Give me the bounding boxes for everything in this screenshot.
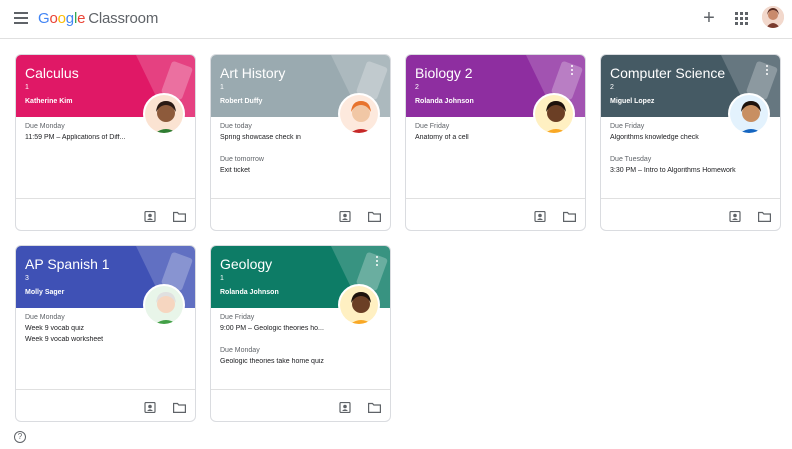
- upcoming-work-group: Due Monday Week 9 vocab quiz Week 9 vocab …: [25, 314, 155, 347]
- menu-icon[interactable]: [14, 12, 28, 24]
- account-avatar[interactable]: [762, 6, 784, 28]
- class-card[interactable]: Computer Science 2 Miguel Lopez Due Friday A…: [600, 54, 781, 231]
- class-title[interactable]: Calculus: [25, 65, 79, 81]
- assignment-link[interactable]: 3:30 PM – Intro to Algorithms Homework: [610, 167, 740, 174]
- folder-icon[interactable]: [368, 209, 381, 222]
- class-card[interactable]: AP Spanish 1 3 Molly Sager Due Monday Week 9…: [15, 245, 196, 422]
- class-card[interactable]: Calculus 1 Katherine Kim Due Monday 11:59 PM…: [15, 54, 196, 231]
- assignment-person-icon[interactable]: [729, 209, 741, 223]
- class-card-footer: [16, 389, 195, 421]
- logo-letter: G: [38, 10, 50, 27]
- top-app-bar: Google Classroom +: [0, 0, 792, 39]
- folder-icon[interactable]: [173, 400, 186, 413]
- class-title[interactable]: Biology 2: [415, 65, 473, 81]
- class-section: 2: [610, 84, 614, 91]
- assignment-link[interactable]: 9:00 PM – Geologic theories ho...: [220, 325, 350, 332]
- upcoming-work-group: Due Monday 11:59 PM – Applications of Dif…: [25, 123, 155, 145]
- assignment-link[interactable]: Week 9 vocab worksheet: [25, 336, 155, 343]
- class-card-footer: [211, 198, 390, 230]
- due-label: Due today: [220, 123, 252, 130]
- class-teacher[interactable]: Katherine Kim: [25, 98, 72, 105]
- due-label: Due Friday: [415, 123, 450, 130]
- upcoming-work-group: Due Monday Geologic theories take home qu…: [220, 347, 350, 369]
- assignment-link[interactable]: Geologic theories take home quiz: [220, 358, 350, 365]
- app-logo[interactable]: Google Classroom: [38, 10, 158, 27]
- folder-icon[interactable]: [368, 400, 381, 413]
- due-label: Due Friday: [610, 123, 645, 130]
- upcoming-work-group: Due Friday 9:00 PM – Geologic theories ho…: [220, 314, 350, 336]
- class-card-footer: [16, 198, 195, 230]
- class-teacher[interactable]: Rolanda Johnson: [220, 289, 279, 296]
- assignment-person-icon[interactable]: [144, 400, 156, 414]
- upcoming-work-group: Due Friday Anatomy of a cell: [415, 123, 545, 145]
- assignment-link[interactable]: Spring showcase check in: [220, 134, 350, 141]
- class-title[interactable]: AP Spanish 1: [25, 256, 110, 272]
- product-name: Classroom: [88, 10, 159, 27]
- plus-icon[interactable]: +: [700, 8, 718, 28]
- apps-grid-icon[interactable]: [735, 12, 749, 26]
- folder-icon[interactable]: [173, 209, 186, 222]
- upcoming-work-group: Due Friday Algorithms knowledge check: [610, 123, 740, 145]
- due-label: Due Tuesday: [610, 156, 652, 163]
- class-section: 1: [220, 275, 224, 282]
- assignment-person-icon[interactable]: [339, 209, 351, 223]
- assignment-person-icon[interactable]: [144, 209, 156, 223]
- class-card[interactable]: Geology 1 Rolanda Johnson Due Friday 9:00 PM…: [210, 245, 391, 422]
- class-teacher[interactable]: Miguel Lopez: [610, 98, 654, 105]
- upcoming-work-group: Due today Spring showcase check in: [220, 123, 350, 145]
- upcoming-work-group: Due Tuesday 3:30 PM – Intro to Algorithms…: [610, 156, 740, 178]
- folder-icon[interactable]: [758, 209, 771, 222]
- due-label: Due tomorrow: [220, 156, 264, 163]
- class-card-footer: [211, 389, 390, 421]
- class-title[interactable]: Art History: [220, 65, 285, 81]
- due-label: Due Monday: [25, 123, 65, 130]
- help-circle-icon[interactable]: ?: [14, 431, 26, 443]
- class-card-footer: [406, 198, 585, 230]
- class-teacher[interactable]: Molly Sager: [25, 289, 64, 296]
- class-card[interactable]: Art History 1 Robert Duffy Due today Spring …: [210, 54, 391, 231]
- assignment-person-icon[interactable]: [339, 400, 351, 414]
- class-section: 2: [415, 84, 419, 91]
- logo-letter: g: [65, 10, 74, 27]
- class-section: 3: [25, 275, 29, 282]
- assignment-link[interactable]: Algorithms knowledge check: [610, 134, 740, 141]
- class-card-footer: [601, 198, 780, 230]
- class-section: 1: [220, 84, 224, 91]
- logo-letter: e: [77, 10, 86, 27]
- class-card[interactable]: Biology 2 2 Rolanda Johnson Due Friday Anato…: [405, 54, 586, 231]
- more-options-icon[interactable]: [376, 256, 380, 268]
- assignment-link[interactable]: Exit ticket: [220, 167, 350, 174]
- folder-icon[interactable]: [563, 209, 576, 222]
- assignment-person-icon[interactable]: [534, 209, 546, 223]
- logo-letter: o: [57, 10, 66, 27]
- due-label: Due Monday: [25, 314, 65, 321]
- due-label: Due Friday: [220, 314, 255, 321]
- due-label: Due Monday: [220, 347, 260, 354]
- class-title[interactable]: Computer Science: [610, 65, 725, 81]
- assignment-link[interactable]: Anatomy of a cell: [415, 134, 545, 141]
- class-section: 1: [25, 84, 29, 91]
- class-title[interactable]: Geology: [220, 256, 272, 272]
- class-teacher[interactable]: Robert Duffy: [220, 98, 262, 105]
- assignment-link[interactable]: 11:59 PM – Applications of Diff...: [25, 134, 155, 141]
- more-options-icon[interactable]: [766, 65, 770, 77]
- assignment-link[interactable]: Week 9 vocab quiz: [25, 325, 155, 332]
- logo-letter: o: [49, 10, 58, 27]
- upcoming-work-group: Due tomorrow Exit ticket: [220, 156, 350, 178]
- class-teacher[interactable]: Rolanda Johnson: [415, 98, 474, 105]
- more-options-icon[interactable]: [571, 65, 575, 77]
